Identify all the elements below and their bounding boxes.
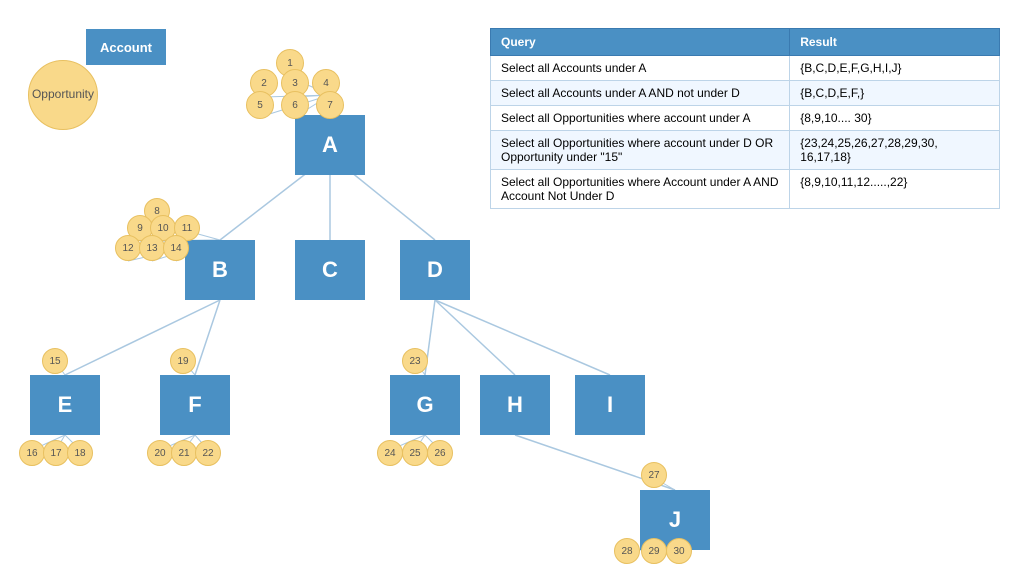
table-row: Select all Accounts under A {B,C,D,E,F,G… [491, 56, 1000, 81]
table-cell-query: Select all Accounts under A [491, 56, 790, 81]
node-A[interactable]: A [295, 115, 365, 175]
table-row: Select all Opportunities where account u… [491, 131, 1000, 170]
node-I[interactable]: I [575, 375, 645, 435]
table-cell-query: Select all Opportunities where Account u… [491, 170, 790, 209]
table-row: Select all Opportunities where Account u… [491, 170, 1000, 209]
diagram: Account Opportunity A B C D E F G H I J … [0, 0, 1024, 576]
opp-13: 13 [139, 235, 165, 261]
opp-6: 6 [281, 91, 309, 119]
table-header-query: Query [491, 29, 790, 56]
node-C[interactable]: C [295, 240, 365, 300]
opp-5: 5 [246, 91, 274, 119]
opp-26: 26 [427, 440, 453, 466]
table-cell-result: {B,C,D,E,F,G,H,I,J} [790, 56, 1000, 81]
opp-23: 23 [402, 348, 428, 374]
table-cell-result: {8,9,10,11,12.....,22} [790, 170, 1000, 209]
opp-24: 24 [377, 440, 403, 466]
table-row: Select all Accounts under A AND not unde… [491, 81, 1000, 106]
opp-15: 15 [42, 348, 68, 374]
table-row: Select all Opportunities where account u… [491, 106, 1000, 131]
opp-16: 16 [19, 440, 45, 466]
table-cell-result: {B,C,D,E,F,} [790, 81, 1000, 106]
opp-22: 22 [195, 440, 221, 466]
opp-18: 18 [67, 440, 93, 466]
table-cell-query: Select all Opportunities where account u… [491, 131, 790, 170]
opp-27: 27 [641, 462, 667, 488]
table-cell-result: {8,9,10.... 30} [790, 106, 1000, 131]
table-cell-result: {23,24,25,26,27,28,29,30, 16,17,18} [790, 131, 1000, 170]
opp-28: 28 [614, 538, 640, 564]
opp-20: 20 [147, 440, 173, 466]
opp-14: 14 [163, 235, 189, 261]
node-G[interactable]: G [390, 375, 460, 435]
node-H[interactable]: H [480, 375, 550, 435]
opp-12: 12 [115, 235, 141, 261]
opp-30: 30 [666, 538, 692, 564]
query-table: Query Result Select all Accounts under A… [490, 28, 1000, 209]
table-cell-query: Select all Accounts under A AND not unde… [491, 81, 790, 106]
opp-17: 17 [43, 440, 69, 466]
legend-account: Account [86, 29, 166, 65]
node-F[interactable]: F [160, 375, 230, 435]
node-D[interactable]: D [400, 240, 470, 300]
table-header-result: Result [790, 29, 1000, 56]
opp-19: 19 [170, 348, 196, 374]
opp-7: 7 [316, 91, 344, 119]
legend-opportunity-label: Opportunity [32, 87, 94, 103]
opp-21: 21 [171, 440, 197, 466]
node-E[interactable]: E [30, 375, 100, 435]
opp-25: 25 [402, 440, 428, 466]
opp-29: 29 [641, 538, 667, 564]
legend-opportunity: Opportunity [28, 60, 98, 130]
table-cell-query: Select all Opportunities where account u… [491, 106, 790, 131]
legend-account-label: Account [100, 40, 152, 55]
node-B[interactable]: B [185, 240, 255, 300]
